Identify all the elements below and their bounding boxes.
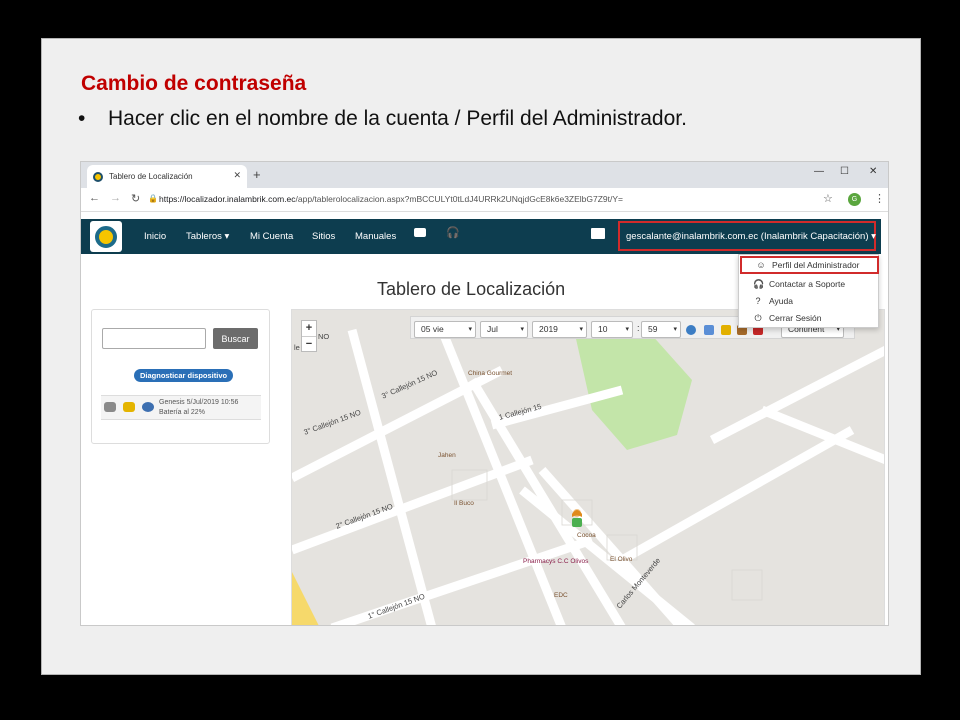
zoom-in-button[interactable]: + (302, 321, 316, 337)
help-icon: ? (755, 295, 761, 306)
headset-icon: 🎧 (753, 278, 765, 289)
maximize-icon[interactable]: ☐ (840, 166, 849, 177)
menu-item-label: Ayuda (769, 295, 793, 306)
diagnose-device-button[interactable]: Diagnosticar dispositivo (134, 369, 234, 382)
minute-select[interactable]: 59 (641, 321, 681, 338)
bookmark-star-icon[interactable]: ☆ (823, 192, 833, 205)
poi-label[interactable]: Il Buco (454, 500, 474, 507)
logo-icon (95, 225, 117, 248)
account-dropdown: ☺ Perfil del Administrador 🎧 Contactar a… (738, 254, 879, 328)
slide-title: Cambio de contraseña (81, 72, 307, 95)
nav-manuales[interactable]: Manuales (355, 231, 396, 242)
lock-icon: 🔒 (148, 194, 158, 203)
menu-item-label: Perfil del Administrador (772, 260, 860, 270)
menu-item-label: Contactar a Soporte (769, 278, 846, 289)
bullet-dot: • (78, 107, 86, 130)
search-icon[interactable] (686, 325, 696, 335)
minimize-icon[interactable]: — (814, 166, 824, 177)
menu-item-contactar-soporte[interactable]: 🎧 Contactar a Soporte (739, 275, 880, 292)
nav-mi-cuenta[interactable]: Mi Cuenta (250, 231, 293, 242)
person-icon[interactable] (142, 402, 154, 412)
bullet-text: Hacer clic en el nombre de la cuenta / P… (108, 107, 687, 130)
new-tab-icon[interactable]: + (253, 167, 261, 182)
nav-inicio[interactable]: Inicio (144, 231, 166, 242)
menu-item-perfil-administrador[interactable]: ☺ Perfil del Administrador (740, 256, 879, 274)
page-title: Tablero de Localización (377, 279, 566, 299)
poi-label[interactable]: Cocoa (577, 532, 596, 539)
app-navbar: Inicio Tableros ▾ Mi Cuenta Sitios Manua… (81, 219, 881, 254)
app-favicon-icon (93, 171, 103, 182)
url-field[interactable]: https://localizador.inalambrik.com.ec/ap… (159, 194, 623, 204)
poi-label[interactable]: EDC (554, 592, 568, 599)
year-select[interactable]: 2019 (532, 321, 587, 338)
reload-icon[interactable]: ↻ (131, 192, 140, 205)
poi-label[interactable]: El Olivo (610, 556, 632, 563)
account-menu-button[interactable]: gescalante@inalambrik.com.ec (Inalambrik… (618, 221, 876, 251)
close-tab-icon[interactable]: ✕ (233, 170, 241, 181)
back-icon[interactable]: ← (89, 192, 100, 204)
footsteps-icon[interactable] (104, 402, 116, 412)
map-streets (292, 310, 884, 625)
zoom-out-button[interactable]: − (302, 337, 316, 353)
browser-menu-icon[interactable]: ⋮ (874, 192, 885, 205)
user-icon: ☺ (756, 260, 766, 270)
address-bar: ← → ↻ 🔒 https://localizador.inalambrik.c… (81, 188, 888, 212)
poi-label[interactable]: Jahen (438, 452, 456, 459)
url-path: /app/tablerolocalizacion.aspx?mBCCULYt0t… (295, 194, 624, 204)
key-icon[interactable] (721, 325, 731, 335)
device-panel: Buscar Diagnosticar dispositivo Genesis … (91, 309, 270, 444)
time-separator: : (637, 323, 640, 333)
cut-street-label: le (294, 343, 300, 352)
device-marker-icon[interactable] (570, 508, 584, 528)
browser-screenshot: Tablero de Localización ✕ + — ☐ ✕ ← → ↻ … (80, 161, 889, 626)
search-button[interactable]: Buscar (213, 328, 258, 349)
forward-icon[interactable]: → (110, 192, 121, 204)
device-info: Genesis 5/Jul/2019 10:56 Batería al 22% (159, 398, 238, 418)
map-canvas[interactable]: + − le NO 05 vie Jul 2019 10 : 59 Contin… (291, 309, 885, 625)
chat-icon[interactable] (591, 228, 605, 239)
menu-item-ayuda[interactable]: ? Ayuda (739, 292, 880, 309)
window-close-icon[interactable]: ✕ (869, 166, 877, 177)
browser-tab[interactable]: Tablero de Localización ✕ (87, 165, 247, 188)
nav-sitios[interactable]: Sitios (312, 231, 335, 242)
people-icon[interactable] (704, 325, 714, 335)
poi-label[interactable]: China Gourmet (468, 370, 512, 377)
hour-select[interactable]: 10 (591, 321, 633, 338)
url-host: https://localizador.inalambrik.com.ec (159, 194, 296, 204)
headset-icon[interactable]: 🎧 (446, 226, 460, 239)
day-select[interactable]: 05 vie (414, 321, 476, 338)
power-icon: ⏻ (754, 312, 762, 323)
device-name-date: Genesis 5/Jul/2019 10:56 (159, 399, 239, 406)
street-label: NO (318, 332, 330, 341)
key-icon[interactable] (123, 402, 135, 412)
device-battery: Batería al 22% (159, 409, 205, 416)
profile-avatar[interactable]: G (848, 193, 861, 206)
menu-item-label: Cerrar Sesión (769, 312, 822, 323)
month-select[interactable]: Jul (480, 321, 528, 338)
slide: Cambio de contraseña • Hacer clic en el … (41, 38, 921, 675)
zoom-control: + − (301, 320, 317, 352)
nav-tableros[interactable]: Tableros ▾ (186, 231, 229, 242)
slide-bullet: • Hacer clic en el nombre de la cuenta /… (78, 107, 687, 131)
device-search-input[interactable] (102, 328, 206, 349)
menu-item-cerrar-sesion[interactable]: ⏻ Cerrar Sesión (739, 309, 880, 326)
device-row[interactable]: Genesis 5/Jul/2019 10:56 Batería al 22% (101, 395, 261, 420)
app-logo[interactable] (90, 221, 122, 252)
browser-tabbar: Tablero de Localización ✕ + — ☐ ✕ (81, 162, 888, 188)
youtube-icon[interactable] (414, 228, 426, 237)
tab-title: Tablero de Localización (109, 172, 193, 181)
poi-label[interactable]: Pharmacys C.C Olivos (523, 558, 588, 565)
